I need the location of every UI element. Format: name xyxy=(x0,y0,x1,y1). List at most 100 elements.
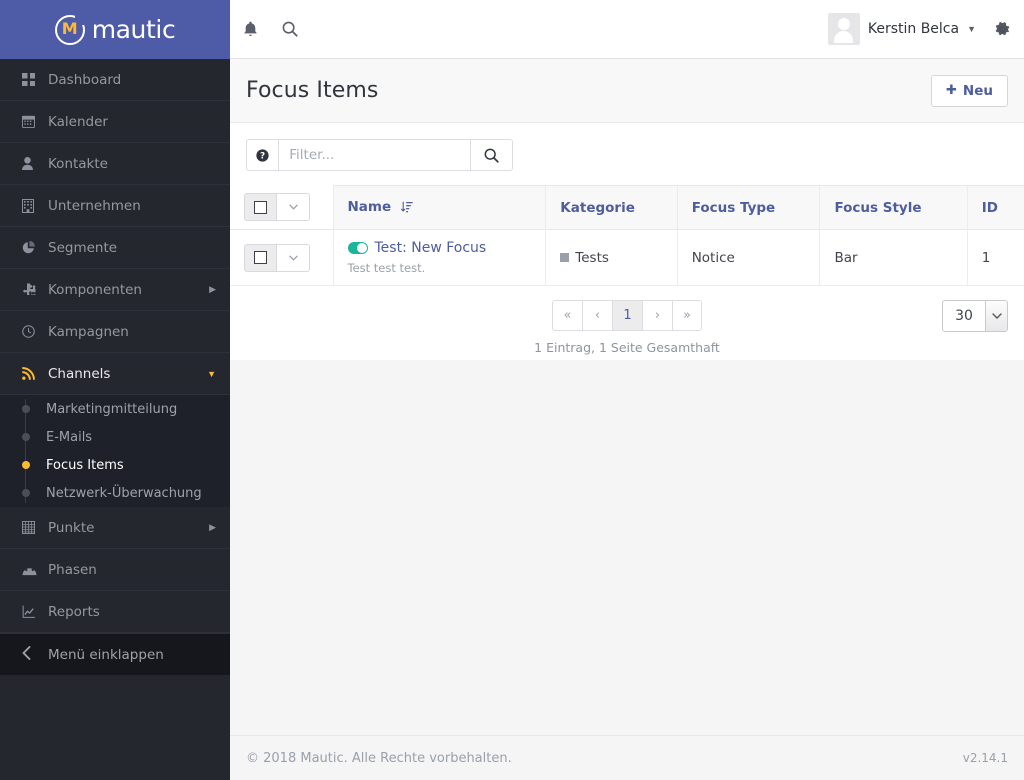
sidebar-item-komponenten[interactable]: Komponenten ▶ xyxy=(0,269,230,311)
page-footer: © 2018 Mautic. Alle Rechte vorbehalten. … xyxy=(230,735,1024,780)
dashboard-icon xyxy=(22,564,48,576)
sidebar-item-label: Phasen xyxy=(48,561,97,578)
sidebar-subitem-focus-items[interactable]: Focus Items xyxy=(0,451,230,479)
row-checkbox[interactable] xyxy=(244,243,277,272)
search-input[interactable] xyxy=(278,139,472,171)
pagination-info: 1 Eintrag, 1 Seite Gesamthaft xyxy=(534,340,720,355)
column-label: Name xyxy=(347,198,392,215)
grid-icon xyxy=(22,73,48,86)
sidebar-collapse-label: Menü einklappen xyxy=(48,646,164,663)
sidebar-item-reports[interactable]: Reports xyxy=(0,591,230,633)
pagination-page-1[interactable]: 1 xyxy=(612,300,642,331)
sidebar-item-label: Dashboard xyxy=(48,71,122,88)
filter-group: ? xyxy=(246,139,513,171)
new-button[interactable]: ✚ Neu xyxy=(931,74,1008,107)
focus-item-description: Test test test. xyxy=(347,261,426,275)
main-content: Focus Items ✚ Neu ? Filter... Name Kateg… xyxy=(230,59,1024,780)
question-circle-icon[interactable]: ? xyxy=(246,139,279,171)
pagination-first[interactable]: « xyxy=(552,300,582,331)
search-submit-button[interactable] xyxy=(471,139,513,171)
publish-toggle[interactable] xyxy=(347,242,368,254)
sidebar: M mautic Dashboard Kalender Kontakte Unt… xyxy=(0,0,230,780)
sidebar-subitem-emails[interactable]: E-Mails xyxy=(0,423,230,451)
pagination: « ‹ 1 › » xyxy=(552,300,702,331)
table-row[interactable]: Test: New Focus Test test test. Tests No… xyxy=(230,229,1024,286)
sidebar-nav: Dashboard Kalender Kontakte Unternehmen xyxy=(0,59,230,633)
user-icon xyxy=(22,157,48,170)
select-all-checkbox[interactable] xyxy=(244,193,277,222)
user-menu[interactable]: Kerstin Belca ▼ xyxy=(827,13,980,45)
chevron-left-icon xyxy=(22,646,48,663)
column-header-kategorie[interactable]: Kategorie xyxy=(545,185,678,230)
sidebar-item-punkte[interactable]: Punkte ▶ xyxy=(0,507,230,549)
focus-item-link[interactable]: Test: New Focus xyxy=(375,240,487,256)
sidebar-item-kalender[interactable]: Kalender xyxy=(0,101,230,143)
brand-logo[interactable]: M mautic xyxy=(0,0,230,59)
sidebar-item-phasen[interactable]: Phasen xyxy=(0,549,230,591)
bullet-icon xyxy=(22,405,30,413)
sidebar-item-channels[interactable]: Channels ▼ xyxy=(0,353,230,395)
building-icon xyxy=(22,198,48,213)
sidebar-item-label: Punkte xyxy=(48,519,95,536)
column-header-focus-style[interactable]: Focus Style xyxy=(819,185,968,230)
column-header-id[interactable]: ID xyxy=(966,185,1024,230)
category-name: Tests xyxy=(575,249,609,266)
avatar xyxy=(827,13,860,45)
calendar-icon xyxy=(22,115,48,128)
sidebar-item-label: Komponenten xyxy=(48,281,142,298)
sidebar-subitem-label: Marketingmitteilung xyxy=(46,401,178,417)
sidebar-item-label: Channels xyxy=(48,365,111,382)
column-header-select xyxy=(230,185,333,230)
list-panel: ? Filter... Name Kategorie Focus Type Fo… xyxy=(230,123,1024,360)
version-text: v2.14.1 xyxy=(962,751,1008,765)
page-size-select[interactable]: 30 xyxy=(942,300,1008,332)
top-bar: Kerstin Belca ▼ xyxy=(230,0,1024,59)
sidebar-item-kampagnen[interactable]: Kampagnen xyxy=(0,311,230,353)
table-body: Test: New Focus Test test test. Tests No… xyxy=(230,229,1024,286)
page-size-value: 30 xyxy=(955,308,973,324)
caret-down-icon: ▼ xyxy=(967,24,976,34)
sidebar-item-label: Kampagnen xyxy=(48,323,129,340)
rss-icon xyxy=(22,367,48,380)
sidebar-subitem-marketingmitteilung[interactable]: Marketingmitteilung xyxy=(0,395,230,423)
table-header: Name Kategorie Focus Type Focus Style ID xyxy=(230,185,1024,230)
row-select-group xyxy=(244,243,310,272)
pagination-last[interactable]: » xyxy=(672,300,702,331)
new-button-label: Neu xyxy=(962,82,993,99)
user-name: Kerstin Belca xyxy=(867,21,960,37)
sidebar-item-label: Reports xyxy=(48,603,100,620)
caret-down-icon: ▼ xyxy=(207,368,216,379)
caret-right-icon: ▶ xyxy=(209,522,216,532)
pagination-area: « ‹ 1 › » 1 Eintrag, 1 Seite Gesamthaft … xyxy=(230,286,1024,360)
table-header-row: Name Kategorie Focus Type Focus Style ID xyxy=(230,185,1024,230)
sidebar-subitem-label: Focus Items xyxy=(46,457,124,473)
gear-icon[interactable] xyxy=(980,0,1024,59)
svg-text:?: ? xyxy=(260,151,265,161)
sidebar-item-dashboard[interactable]: Dashboard xyxy=(0,59,230,101)
pagination-next[interactable]: › xyxy=(642,300,672,331)
sidebar-item-label: Unternehmen xyxy=(48,197,141,214)
row-actions-dropdown[interactable] xyxy=(277,243,310,272)
copyright-text: © 2018 Mautic. Alle Rechte vorbehalten. xyxy=(246,750,512,766)
sidebar-subitem-netzwerk-ueberwachung[interactable]: Netzwerk-Überwachung xyxy=(0,479,230,507)
list-toolbar: ? xyxy=(230,123,1024,185)
sidebar-collapse-button[interactable]: Menü einklappen xyxy=(0,633,230,675)
bell-icon[interactable] xyxy=(230,0,270,59)
bullet-icon xyxy=(22,433,30,441)
sidebar-item-unternehmen[interactable]: Unternehmen xyxy=(0,185,230,227)
app-root: M mautic Dashboard Kalender Kontakte Unt… xyxy=(0,0,1024,780)
puzzle-icon xyxy=(22,283,48,296)
row-category-cell: Tests xyxy=(545,229,678,286)
row-id-cell: 1 xyxy=(966,229,1024,286)
focus-items-table: Name Kategorie Focus Type Focus Style ID xyxy=(230,185,1024,286)
sidebar-item-label: Segmente xyxy=(48,239,118,256)
sidebar-item-segmente[interactable]: Segmente xyxy=(0,227,230,269)
pagination-previous[interactable]: ‹ xyxy=(582,300,612,331)
select-all-dropdown[interactable] xyxy=(277,193,310,222)
column-header-name[interactable]: Name xyxy=(332,185,546,230)
sidebar-item-kontakte[interactable]: Kontakte xyxy=(0,143,230,185)
column-header-focus-type[interactable]: Focus Type xyxy=(676,185,820,230)
search-icon[interactable] xyxy=(270,0,310,59)
logo-letter: M xyxy=(61,19,78,38)
bullet-icon xyxy=(22,461,30,469)
